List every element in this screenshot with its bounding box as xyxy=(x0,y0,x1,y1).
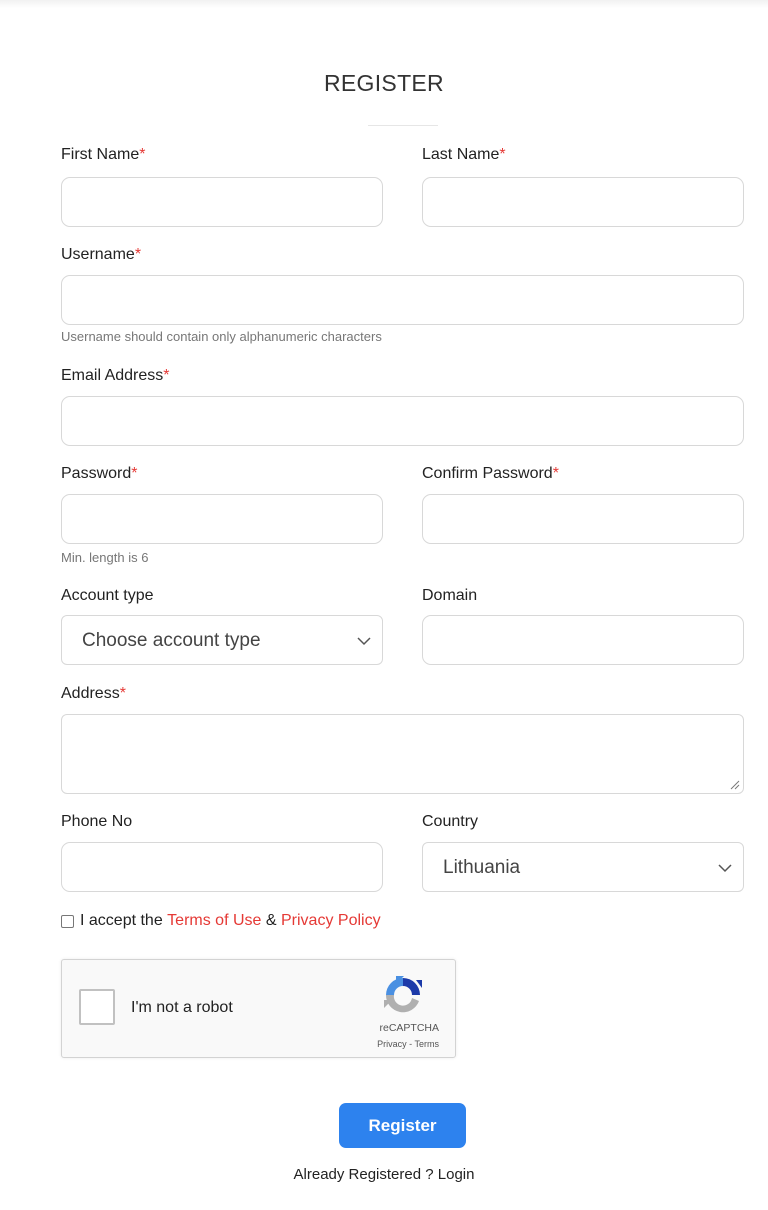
required-mark: * xyxy=(139,146,146,163)
terms-row: I accept the Terms of Use & Privacy Poli… xyxy=(61,912,381,930)
email-input[interactable] xyxy=(61,396,744,446)
required-mark: * xyxy=(552,465,559,482)
recaptcha-label: I'm not a robot xyxy=(131,999,233,1016)
domain-label: Domain xyxy=(422,587,478,604)
recaptcha-separator: - xyxy=(409,1039,413,1049)
password-hint: Min. length is 6 xyxy=(61,550,149,565)
username-input[interactable] xyxy=(61,275,744,325)
required-mark: * xyxy=(499,146,506,163)
recaptcha-brand: reCAPTCHA xyxy=(379,1022,439,1034)
register-button[interactable]: Register xyxy=(339,1103,466,1148)
privacy-policy-link[interactable]: Privacy Policy xyxy=(281,912,381,930)
register-page: REGISTER First Name* Last Name* Username… xyxy=(0,0,768,1210)
password-input[interactable] xyxy=(61,494,383,544)
username-label: Username* xyxy=(61,246,141,264)
recaptcha-links: Privacy - Terms xyxy=(377,1039,439,1049)
confirm-password-input[interactable] xyxy=(422,494,744,544)
country-selected: Lithuania xyxy=(443,857,521,878)
required-mark: * xyxy=(134,246,142,263)
confirm-password-label-text: Confirm Password xyxy=(422,465,553,482)
title-divider xyxy=(368,125,438,126)
address-textarea[interactable] xyxy=(61,714,744,794)
password-label-text: Password xyxy=(61,465,132,482)
recaptcha-terms-link[interactable]: Terms xyxy=(415,1039,440,1049)
first-name-label: First Name* xyxy=(61,146,145,164)
domain-input[interactable] xyxy=(422,615,744,665)
top-shadow xyxy=(0,0,768,8)
account-type-selected: Choose account type xyxy=(82,630,261,651)
username-label-text: Username xyxy=(61,246,135,263)
first-name-input[interactable] xyxy=(61,177,383,227)
country-label: Country xyxy=(422,813,479,830)
chevron-down-icon xyxy=(357,637,371,646)
recaptcha-widget: I'm not a robot reCAPTCHA Privacy - Term… xyxy=(61,959,456,1058)
password-label: Password* xyxy=(61,465,137,483)
chevron-down-icon xyxy=(718,864,732,873)
recaptcha-checkbox[interactable] xyxy=(79,989,115,1025)
account-type-select[interactable]: Choose account type xyxy=(61,615,383,665)
phone-label: Phone No xyxy=(61,813,133,830)
username-hint: Username should contain only alphanumeri… xyxy=(61,329,382,344)
email-label: Email Address* xyxy=(61,367,170,385)
address-label: Address* xyxy=(61,685,126,703)
terms-ampersand: & xyxy=(265,912,277,929)
first-name-label-text: First Name xyxy=(61,146,140,163)
recaptcha-privacy-link[interactable]: Privacy xyxy=(377,1039,407,1049)
resize-grip-icon[interactable] xyxy=(730,780,740,790)
last-name-label-text: Last Name xyxy=(422,146,500,163)
country-select[interactable]: Lithuania xyxy=(422,842,744,892)
login-prefix: Already Registered ? xyxy=(293,1166,434,1183)
required-mark: * xyxy=(163,367,170,384)
email-label-text: Email Address xyxy=(61,367,164,384)
terms-prefix: I accept the xyxy=(80,912,163,929)
page-title: REGISTER xyxy=(324,70,444,96)
last-name-input[interactable] xyxy=(422,177,744,227)
login-prompt: Already Registered ? Login xyxy=(0,1166,768,1183)
terms-checkbox[interactable] xyxy=(61,914,74,928)
recaptcha-logo-icon xyxy=(384,976,422,1013)
address-label-text: Address xyxy=(61,685,120,702)
terms-of-use-link[interactable]: Terms of Use xyxy=(167,912,261,930)
confirm-password-label: Confirm Password* xyxy=(422,465,559,483)
login-link[interactable]: Login xyxy=(438,1166,475,1183)
last-name-label: Last Name* xyxy=(422,146,506,164)
account-type-label: Account type xyxy=(61,587,154,604)
phone-input[interactable] xyxy=(61,842,383,892)
required-mark: * xyxy=(131,465,138,482)
required-mark: * xyxy=(119,685,126,702)
